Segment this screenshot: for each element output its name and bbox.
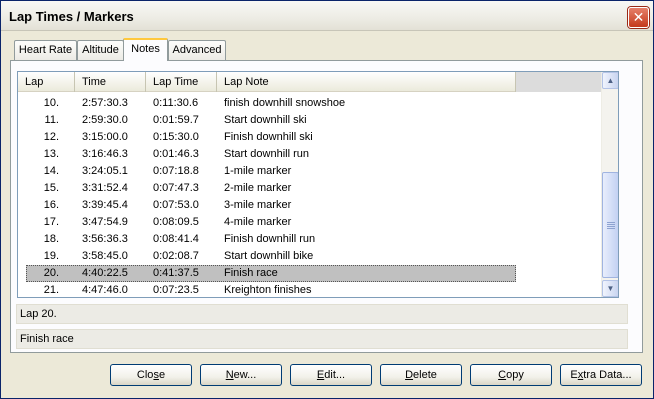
cell-lap-time: 0:08:41.4 [153,233,199,245]
column-header-lap[interactable]: Lap [18,72,75,92]
title-bar[interactable]: Lap Times / Markers ✕ [1,1,653,31]
cell-lap-time: 0:01:59.7 [153,114,199,126]
table-row[interactable]: 17. 3:47:54.9 0:08:09.5 4-mile marker [18,214,601,231]
cell-time: 3:24:05.1 [82,165,128,177]
column-header-filler [516,72,601,92]
scroll-down-icon[interactable]: ▼ [602,280,618,297]
edit-button[interactable]: Edit... [290,364,372,386]
table-row[interactable]: 18. 3:56:36.3 0:08:41.4 Finish downhill run [18,231,601,248]
selected-lap-label: Lap 20. [16,304,628,324]
cell-lap-time: 0:41:37.5 [153,267,199,279]
cell-lap-time: 0:02:08.7 [153,250,199,262]
scroll-up-icon[interactable]: ▲ [602,72,618,89]
window-title: Lap Times / Markers [9,9,134,24]
cell-time: 4:40:22.5 [82,267,128,279]
cell-lap-note: Start downhill bike [224,250,314,262]
cell-time: 2:59:30.0 [82,114,128,126]
scrollbar-grip-icon [607,222,615,229]
selected-lap-note: Finish race [16,329,628,349]
cell-lap-note: finish downhill snowshoe [224,97,346,109]
lap-list[interactable]: Lap Time Lap Time Lap Note 10. 2:57:30.3 0… [17,71,619,298]
cell-lap-time: 0:01:46.3 [153,148,199,160]
tab-heart-rate[interactable]: Heart Rate [14,40,77,60]
cell-lap-time: 0:07:47.3 [153,182,199,194]
close-icon[interactable]: ✕ [628,7,649,28]
table-row[interactable]: 11. 2:59:30.0 0:01:59.7 Start downhill ski [18,112,601,129]
cell-lap-note: 1-mile marker [224,165,292,177]
table-row[interactable]: 19. 3:58:45.0 0:02:08.7 Start downhill bike [18,248,601,265]
vertical-scrollbar[interactable]: ▲ ▼ [601,72,618,297]
cell-time: 3:58:45.0 [82,250,128,262]
cell-lap-note: 4-mile marker [224,216,292,228]
cell-lap-note: Start downhill run [224,148,309,160]
tab-altitude[interactable]: Altitude [77,40,124,60]
cell-lap: 15. [43,182,59,194]
table-row[interactable]: 21. 4:47:46.0 0:07:23.5 Kreighton finishes [18,282,601,297]
column-header-lap-time[interactable]: Lap Time [146,72,217,92]
tab-notes[interactable]: Notes [123,38,168,61]
table-row[interactable]: 12. 3:15:00.0 0:15:30.0 Finish downhill ski [18,129,601,146]
cell-lap: 17. [43,216,59,228]
tab-advanced[interactable]: Advanced [168,40,226,60]
cell-lap: 10. [43,97,59,109]
cell-lap-note: Finish downhill run [224,233,316,245]
cell-lap: 20. [43,267,59,279]
scrollbar-thumb[interactable] [602,172,618,278]
table-row[interactable]: 16. 3:39:45.4 0:07:53.0 3-mile marker [18,197,601,214]
cell-lap: 12. [43,131,59,143]
lap-times-dialog: Lap Times / Markers ✕ Heart Rate Altitud… [0,0,654,399]
cell-lap-time: 0:07:23.5 [153,284,199,296]
table-row[interactable]: 15. 3:31:52.4 0:07:47.3 2-mile marker [18,180,601,197]
copy-button[interactable]: Copy [470,364,552,386]
table-row[interactable]: 10. 2:57:30.3 0:11:30.6 finish downhill sno… [18,95,601,112]
cell-lap: 18. [43,233,59,245]
cell-time: 3:15:00.0 [82,131,128,143]
cell-lap-time: 0:08:09.5 [153,216,199,228]
cell-lap: 16. [43,199,59,211]
cell-lap-note: Finish downhill ski [224,131,313,143]
cell-lap-time: 0:07:53.0 [153,199,199,211]
close-button[interactable]: Close [110,364,192,386]
cell-lap-time: 0:11:30.6 [153,97,199,109]
cell-time: 3:47:54.9 [82,216,128,228]
extra-data-button[interactable]: Extra Data... [560,364,642,386]
cell-lap-time: 0:07:18.8 [153,165,199,177]
cell-time: 3:39:45.4 [82,199,128,211]
cell-lap-note: 3-mile marker [224,199,292,211]
cell-lap-note: Start downhill ski [224,114,307,126]
cell-time: 4:47:46.0 [82,284,128,296]
cell-lap-time: 0:15:30.0 [153,131,199,143]
cell-time: 3:31:52.4 [82,182,128,194]
list-header: Lap Time Lap Time Lap Note [18,72,601,92]
cell-lap: 13. [43,148,59,160]
table-row[interactable]: 14. 3:24:05.1 0:07:18.8 1-mile marker [18,163,601,180]
column-header-lap-note[interactable]: Lap Note [217,72,516,92]
table-row[interactable]: 13. 3:16:46.3 0:01:46.3 Start downhill run [18,146,601,163]
cell-lap-note: 2-mile marker [224,182,292,194]
cell-time: 3:16:46.3 [82,148,128,160]
new-button[interactable]: New... [200,364,282,386]
cell-lap-note: Kreighton finishes [224,284,312,296]
cell-lap-note: Finish race [224,267,278,279]
delete-button[interactable]: Delete [380,364,462,386]
cell-lap: 21. [43,284,59,296]
table-row-selected[interactable]: 20. 4:40:22.5 0:41:37.5 Finish race [18,265,601,282]
cell-lap: 11. [44,114,59,126]
cell-lap: 19. [43,250,59,262]
cell-lap: 14. [43,165,59,177]
cell-time: 2:57:30.3 [82,97,128,109]
cell-time: 3:56:36.3 [82,233,128,245]
column-header-time[interactable]: Time [75,72,146,92]
